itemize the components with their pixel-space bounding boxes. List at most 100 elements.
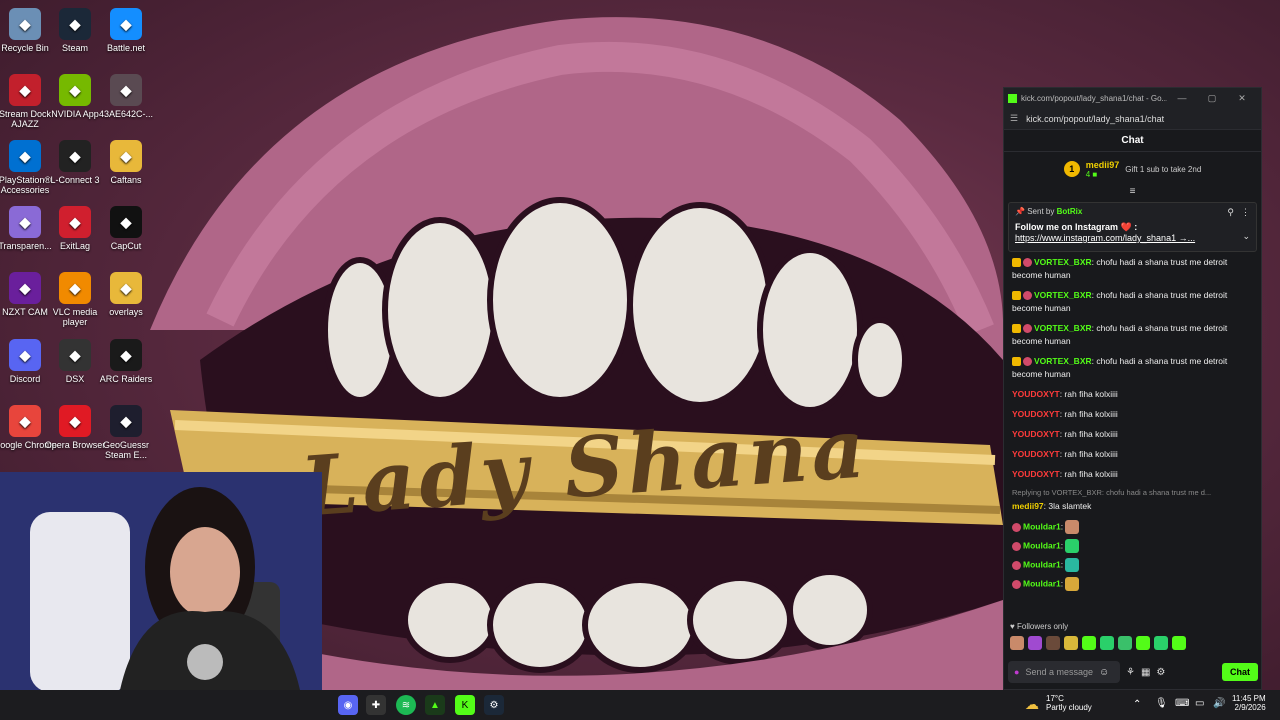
emote-icon[interactable] [1065, 520, 1080, 534]
emote-icon[interactable] [1100, 636, 1114, 650]
pinned-message[interactable]: 📌 Sent by BotRix Follow me on Instagram … [1008, 202, 1257, 252]
desktop-icon[interactable]: ◆ overlays [94, 272, 158, 317]
clock[interactable]: 11:45 PM 2/9/2026 [1232, 694, 1266, 712]
volume-icon[interactable]: 🔊 [1213, 698, 1225, 709]
chat-username[interactable]: VORTEX_BXR [1034, 356, 1092, 366]
window-titlebar[interactable]: kick.com/popout/lady_shana1/chat - Go...… [1004, 88, 1261, 108]
kick-taskbar-icon[interactable]: K [455, 695, 475, 715]
chat-message[interactable]: VORTEX_BXR: chofu hadi a shana trust me … [1012, 322, 1253, 348]
emote-icon[interactable] [1154, 636, 1168, 650]
crown-badge-icon [1012, 357, 1021, 367]
chat-message[interactable]: VORTEX_BXR: chofu hadi a shana trust me … [1012, 289, 1253, 315]
chat-message[interactable]: Mouldar1: [1012, 577, 1253, 591]
pin-icon[interactable]: ⚲ [1227, 207, 1234, 218]
taskbar: ◉ ✚ ≋ ▲ K ⚙ ☁ 17°C Partly cloudy ⌃ 🎙 ⌨ ▭… [0, 690, 1280, 720]
maximize-button[interactable]: ▢ [1197, 93, 1227, 104]
message-input[interactable]: ● Send a message ☺ [1008, 661, 1120, 683]
chat-message[interactable]: Mouldar1: [1012, 558, 1253, 572]
desktop-icon-label: 43AE642C-... [98, 109, 154, 119]
microphone-icon[interactable]: 🎙 [1155, 698, 1168, 709]
desktop-icon-label: Caftans [110, 175, 142, 185]
steam-taskbar-icon[interactable]: ⚙ [484, 695, 504, 715]
discord-taskbar-icon[interactable]: ◉ [338, 695, 358, 715]
chat-message[interactable]: YOUDOXYT: rah fiha kolxiiii [1012, 408, 1253, 421]
chevron-down-icon[interactable]: ⌄ [1242, 231, 1250, 242]
chat-username[interactable]: YOUDOXYT [1012, 469, 1060, 479]
chat-username[interactable]: Mouldar1 [1023, 521, 1061, 531]
chat-message[interactable]: Mouldar1: [1012, 539, 1253, 553]
chat-username[interactable]: Mouldar1 [1023, 578, 1061, 588]
chevron-up-icon[interactable]: ⌃ [1133, 699, 1141, 710]
exitlag-icon: ◆ [59, 206, 91, 238]
desktop-icon[interactable]: ◆ 43AE642C-... [94, 74, 158, 119]
pinned-sender: BotRix [1056, 207, 1083, 216]
emote-icon[interactable] [1010, 636, 1024, 650]
close-button[interactable]: ✕ [1227, 93, 1257, 104]
chat-username[interactable]: medii97 [1012, 501, 1044, 511]
chat-message[interactable]: medii97: 3la slamtek [1012, 500, 1253, 513]
emote-icon[interactable] [1065, 558, 1080, 572]
minimize-button[interactable]: — [1167, 93, 1197, 103]
chat-username[interactable]: Mouldar1 [1023, 540, 1061, 550]
spotify-taskbar-icon[interactable]: ≋ [396, 695, 416, 715]
chat-input-row: ● Send a message ☺ ⚘ ▦ ⚙ Chat [1008, 660, 1258, 684]
weather-widget[interactable]: 17°C Partly cloudy [1046, 694, 1092, 712]
dsx-taskbar-icon[interactable]: ✚ [366, 695, 386, 715]
streamdeck-taskbar-icon[interactable]: ▲ [425, 695, 445, 715]
reply-context[interactable]: Replying to VORTEX_BXR: chofu hadi a sha… [1012, 488, 1253, 497]
gift-leaderboard[interactable]: 1 medii97 4 ■ Gift 1 sub to take 2nd [1004, 152, 1261, 186]
chat-username[interactable]: YOUDOXYT [1012, 429, 1060, 439]
store-icon[interactable]: ▦ [1141, 667, 1150, 678]
chat-message[interactable]: VORTEX_BXR: chofu hadi a shana trust me … [1012, 355, 1253, 381]
image-file-icon: ◆ [110, 74, 142, 106]
settings-icon[interactable]: ⚙ [1156, 667, 1165, 678]
keyboard-icon[interactable]: ⌨ [1175, 698, 1189, 709]
network-icon[interactable]: ▭ [1195, 698, 1204, 709]
emote-icon[interactable] [1118, 636, 1132, 650]
emote-icon[interactable] [1064, 636, 1078, 650]
chat-username[interactable]: YOUDOXYT [1012, 449, 1060, 459]
desktop-icon[interactable]: ◆ Caftans [94, 140, 158, 185]
chat-message[interactable]: YOUDOXYT: rah fiha kolxiiii [1012, 428, 1253, 441]
folder-icon: ◆ [110, 272, 142, 304]
pinned-link[interactable]: https://www.instagram.com/lady_shana1 →.… [1015, 233, 1250, 243]
emote-icon[interactable] [1046, 636, 1060, 650]
desktop-icon[interactable]: ◆ GeoGuessr Steam E... [94, 405, 158, 460]
chat-message[interactable]: Mouldar1: [1012, 520, 1253, 534]
chat-message[interactable]: YOUDOXYT: rah fiha kolxiiii [1012, 388, 1253, 401]
chat-username[interactable]: VORTEX_BXR [1034, 323, 1092, 333]
more-options-icon[interactable]: ⋮ [1241, 207, 1250, 218]
chat-username[interactable]: YOUDOXYT [1012, 409, 1060, 419]
filter-icon[interactable]: ≡ [1004, 186, 1261, 200]
emote-bar[interactable] [1010, 636, 1186, 650]
chat-username[interactable]: VORTEX_BXR [1034, 290, 1092, 300]
chat-text: : rah fiha kolxiiii [1059, 429, 1118, 439]
desktop-icon[interactable]: ◆ ARC Raiders [94, 339, 158, 384]
desktop-icon[interactable]: ◆ Battle.net [94, 8, 158, 53]
chat-message[interactable]: YOUDOXYT: rah fiha kolxiiii [1012, 468, 1253, 481]
chat-username[interactable]: YOUDOXYT [1012, 389, 1060, 399]
chat-username[interactable]: VORTEX_BXR [1034, 257, 1092, 267]
mic-icon[interactable]: ● [1014, 667, 1019, 677]
emote-icon[interactable] [1082, 636, 1096, 650]
chat-text: : rah fiha kolxiiii [1059, 449, 1118, 459]
emote-icon[interactable] [1065, 539, 1080, 553]
gift-sub-prompt[interactable]: Gift 1 sub to take 2nd [1125, 165, 1201, 174]
kick-chat-window[interactable]: kick.com/popout/lady_shana1/chat - Go...… [1003, 87, 1262, 690]
desktop-icon[interactable]: ◆ CapCut [94, 206, 158, 251]
emote-icon[interactable] [1028, 636, 1042, 650]
chat-message[interactable]: YOUDOXYT: rah fiha kolxiiii [1012, 448, 1253, 461]
address-bar[interactable]: ☰ kick.com/popout/lady_shana1/chat [1004, 108, 1261, 130]
site-settings-icon[interactable]: ☰ [1010, 113, 1018, 124]
emoji-icon[interactable]: ☺ [1099, 667, 1109, 678]
chat-send-button[interactable]: Chat [1222, 663, 1258, 681]
emote-icon[interactable] [1136, 636, 1150, 650]
chat-message[interactable]: VORTEX_BXR: chofu hadi a shana trust me … [1012, 256, 1253, 282]
emote-icon[interactable] [1172, 636, 1186, 650]
chat-username[interactable]: Mouldar1 [1023, 559, 1061, 569]
weather-icon[interactable]: ☁ [1025, 696, 1039, 713]
kick-points-icon[interactable]: ⚘ [1126, 667, 1135, 678]
clock-time: 11:45 PM [1232, 694, 1266, 703]
chat-text: : [1060, 578, 1064, 589]
emote-icon[interactable] [1065, 577, 1080, 591]
